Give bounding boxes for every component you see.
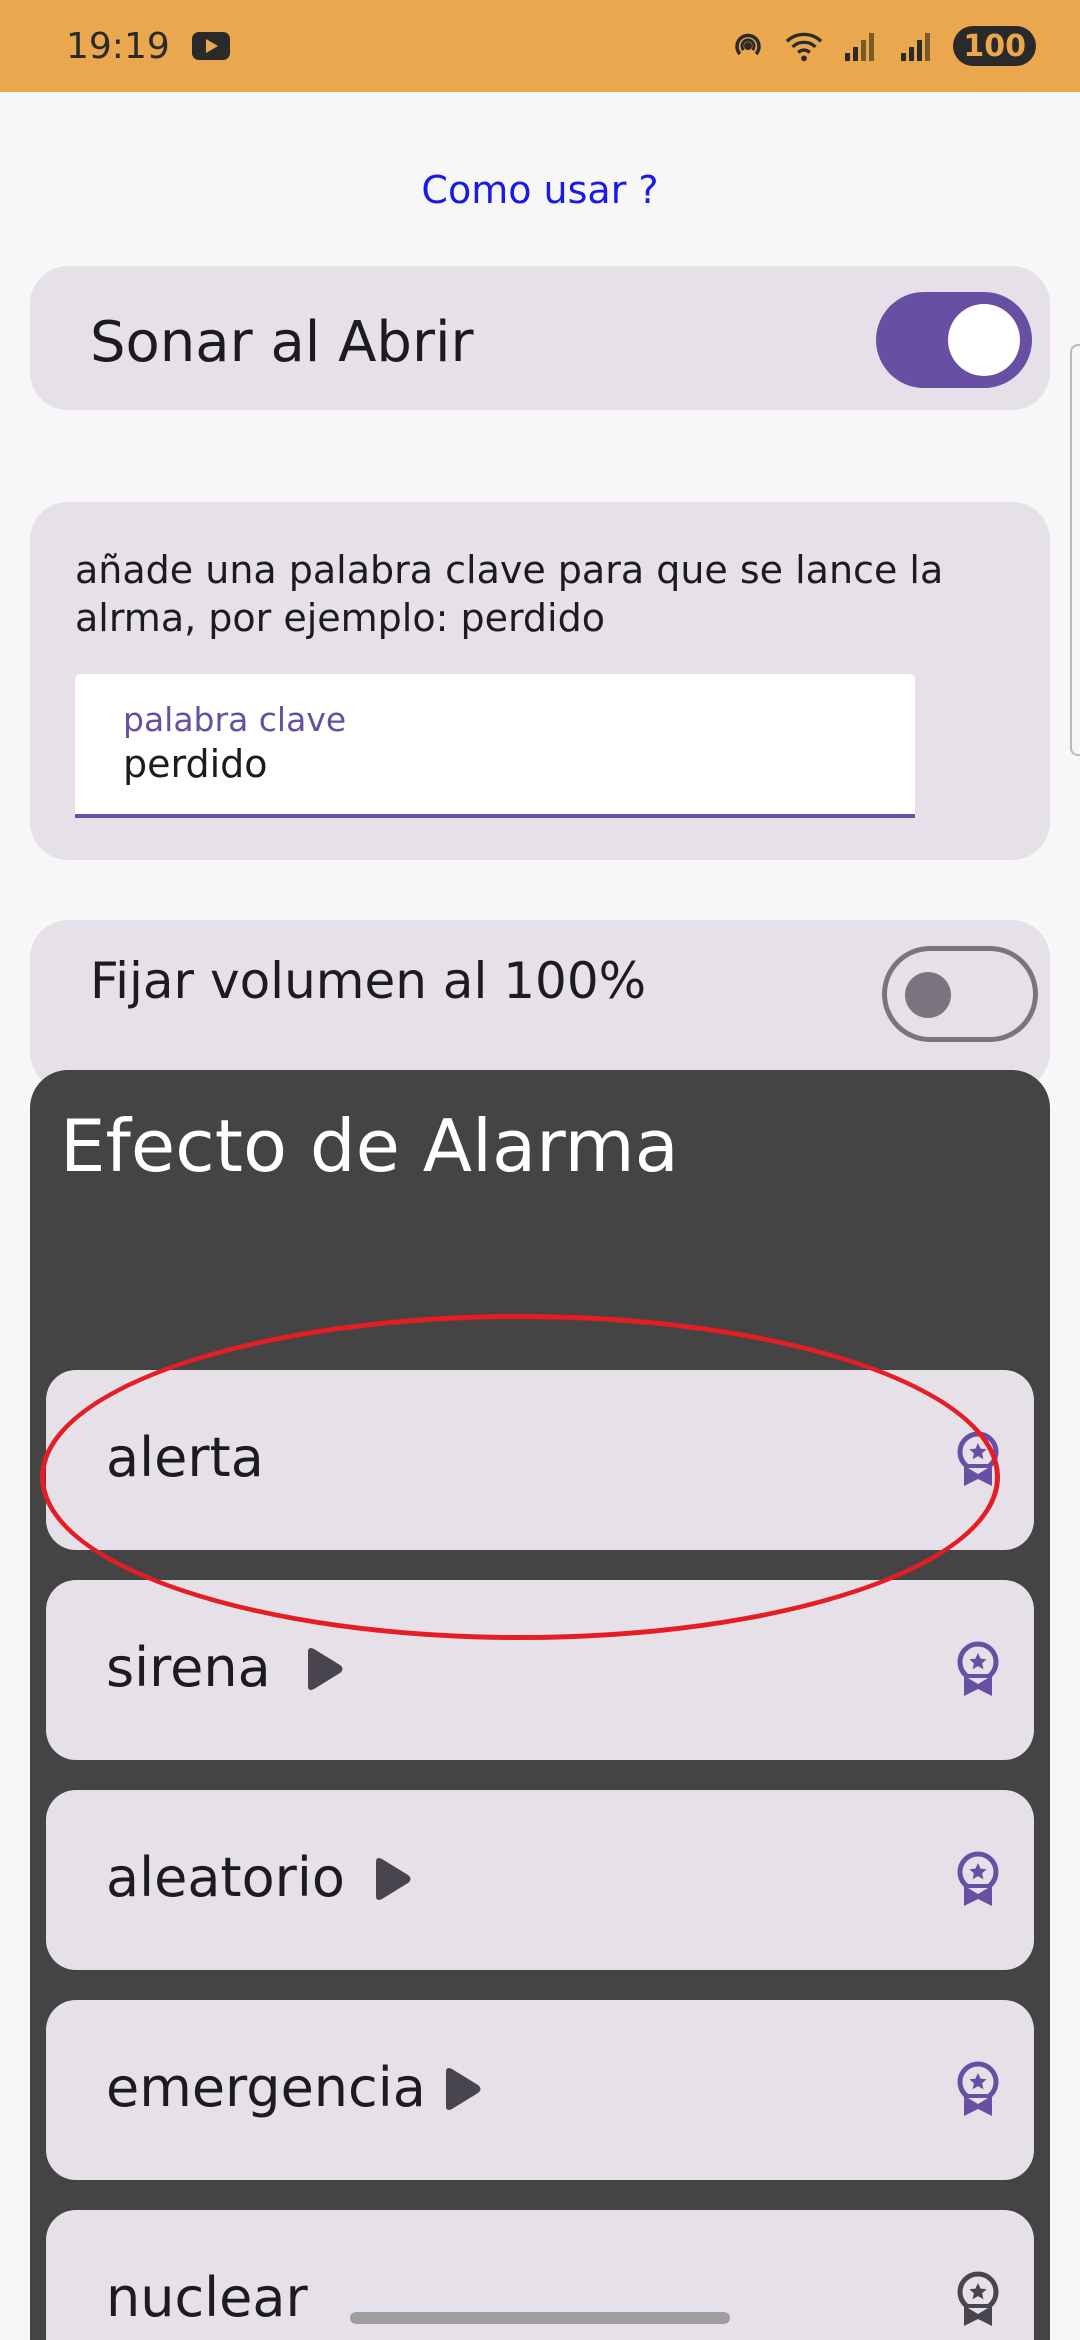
effect-label: alerta [106, 1426, 264, 1489]
signal-icon [897, 27, 935, 65]
volume-card: Fijar volumen al 100% [30, 920, 1050, 1090]
clock: 19:19 [66, 25, 170, 67]
keyword-card: añade una palabra clave para que se lanc… [30, 502, 1050, 860]
youtube-icon [191, 32, 230, 60]
volume-label: Fijar volumen al 100% [90, 952, 647, 1010]
toggle-thumb [948, 304, 1020, 376]
battery-indicator: 100 [953, 26, 1036, 66]
sonar-card: Sonar al Abrir [30, 266, 1050, 410]
play-icon[interactable] [302, 1646, 346, 1692]
wifi-icon [785, 27, 823, 65]
effect-label: aleatorio [106, 1846, 345, 1909]
home-indicator[interactable] [350, 2312, 730, 2324]
keyword-description: añade una palabra clave para que se lanc… [75, 548, 944, 640]
status-bar: 19:19 100 [0, 0, 1080, 92]
award-icon[interactable] [952, 1430, 1004, 1490]
volume-toggle[interactable] [882, 946, 1038, 1042]
effect-item-emergencia[interactable]: emergencia [46, 2000, 1034, 2180]
effect-item-aleatorio[interactable]: aleatorio [46, 1790, 1034, 1970]
play-icon[interactable] [440, 2066, 484, 2112]
effect-label: sirena [106, 1636, 271, 1699]
signal-icon [841, 27, 879, 65]
award-icon[interactable] [952, 2270, 1004, 2330]
award-icon[interactable] [952, 1640, 1004, 1700]
scroll-indicator [1070, 344, 1080, 756]
effect-label: nuclear [106, 2266, 308, 2329]
effect-item-alerta[interactable]: alerta [46, 1370, 1034, 1550]
keyword-field-label: palabra clave [123, 700, 347, 739]
status-left: 19:19 [66, 26, 230, 67]
award-icon[interactable] [952, 2060, 1004, 2120]
sonar-toggle[interactable] [876, 292, 1032, 388]
effect-label: emergencia [106, 2056, 426, 2119]
keyword-field[interactable]: palabra clave [75, 674, 915, 818]
effect-item-sirena[interactable]: sirena [46, 1580, 1034, 1760]
award-icon[interactable] [952, 1850, 1004, 1910]
alarm-effects-panel: Efecto de Alarma alerta sirena aleatorio… [30, 1070, 1050, 2340]
toggle-thumb [905, 972, 951, 1018]
hotspot-icon [729, 27, 767, 65]
status-right: 100 [729, 26, 1036, 66]
keyword-input[interactable] [123, 742, 823, 786]
alarm-effects-title: Efecto de Alarma [60, 1104, 679, 1188]
play-icon[interactable] [370, 1856, 414, 1902]
sonar-label: Sonar al Abrir [90, 310, 474, 375]
help-link[interactable]: Como usar ? [0, 168, 1080, 212]
